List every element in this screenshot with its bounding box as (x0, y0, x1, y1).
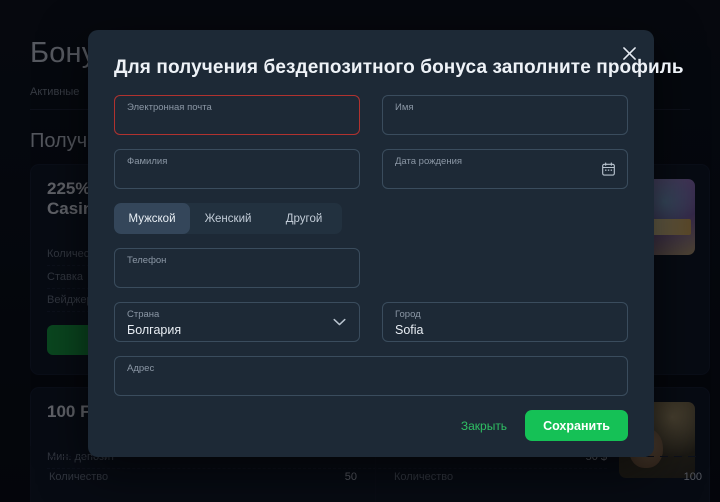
country-label: Страна (127, 309, 347, 321)
phone-label: Телефон (127, 255, 347, 267)
form-row: Страна Болгария Город Sofia (114, 302, 628, 342)
first-name-label: Имя (395, 102, 615, 114)
close-icon[interactable] (616, 40, 642, 66)
app-root: Бонусы Активные История Получить 225% + … (0, 0, 720, 502)
gender-option-male[interactable]: Мужской (114, 203, 190, 234)
form-row: Фамилия Дата рождения (114, 149, 628, 189)
birth-date-field[interactable]: Дата рождения (382, 149, 628, 189)
form-row: Телефон (114, 248, 628, 288)
country-field[interactable]: Страна Болгария (114, 302, 360, 342)
gender-selector[interactable]: Мужской Женский Другой (114, 203, 342, 234)
email-field[interactable]: Электронная почта (114, 95, 360, 135)
city-field[interactable]: Город Sofia (382, 302, 628, 342)
save-button[interactable]: Сохранить (525, 410, 628, 441)
profile-modal: Для получения бездепозитного бонуса запо… (88, 30, 654, 457)
close-button[interactable]: Закрыть (459, 413, 509, 439)
first-name-field[interactable]: Имя (382, 95, 628, 135)
gender-option-other[interactable]: Другой (266, 203, 342, 234)
phone-field[interactable]: Телефон (114, 248, 360, 288)
country-value: Болгария (127, 322, 347, 338)
profile-form: Электронная почта Имя Фамилия (114, 95, 628, 441)
city-label: Город (395, 309, 615, 321)
gender-option-female[interactable]: Женский (190, 203, 266, 234)
modal-title: Для получения бездепозитного бонуса запо… (114, 30, 628, 79)
city-value: Sofia (395, 322, 615, 338)
email-label: Электронная почта (127, 102, 347, 114)
address-label: Адрес (127, 363, 615, 375)
form-row: Адрес (114, 356, 628, 396)
modal-actions: Закрыть Сохранить (114, 410, 628, 441)
gender-selector-row: Мужской Женский Другой (114, 203, 628, 234)
calendar-icon[interactable] (601, 162, 616, 177)
form-row: Электронная почта Имя (114, 95, 628, 135)
chevron-down-icon[interactable] (333, 313, 346, 331)
address-field[interactable]: Адрес (114, 356, 628, 396)
birth-date-label: Дата рождения (395, 156, 615, 168)
last-name-label: Фамилия (127, 156, 347, 168)
last-name-field[interactable]: Фамилия (114, 149, 360, 189)
